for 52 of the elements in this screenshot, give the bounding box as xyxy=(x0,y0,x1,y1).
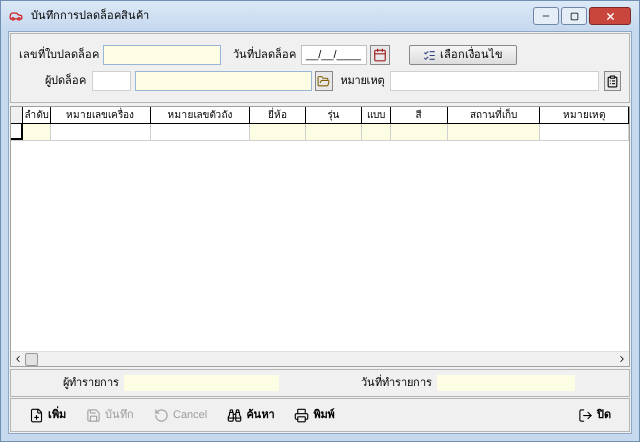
column-header[interactable]: สถานที่เก็บ xyxy=(448,107,540,123)
column-header[interactable]: ยี่ห้อ xyxy=(250,107,306,123)
close-button[interactable] xyxy=(589,7,631,25)
field-label: ผู้ปดล็อค xyxy=(44,72,86,89)
field-label: วันที่ทำรายการ xyxy=(361,374,432,391)
column-header[interactable]: ลำดับ xyxy=(22,107,51,123)
table-cell[interactable] xyxy=(448,124,540,140)
field-label: เลขที่ใบปลดล็อค xyxy=(19,46,97,63)
column-header[interactable]: หมายเหตุ xyxy=(540,107,629,123)
field-label: หมายเหตุ xyxy=(340,74,385,89)
calendar-icon xyxy=(373,48,387,62)
column-header[interactable]: หมายเลขเครื่อง xyxy=(50,107,151,123)
table-cell[interactable] xyxy=(250,124,306,140)
save-icon xyxy=(86,408,101,422)
printer-icon xyxy=(294,408,310,422)
doc-number-field[interactable] xyxy=(103,45,221,65)
print-button[interactable]: พิมพ์ xyxy=(286,403,342,427)
close-button[interactable]: ปิด xyxy=(570,403,619,427)
browse-button[interactable] xyxy=(315,71,333,91)
calendar-button[interactable] xyxy=(370,45,390,65)
new-button[interactable]: เพิ่ม xyxy=(21,403,74,427)
remark-field[interactable] xyxy=(390,71,599,91)
unlocker-code-field[interactable] xyxy=(92,71,132,91)
checklist-icon xyxy=(423,48,436,62)
horizontal-scrollbar[interactable] xyxy=(11,351,629,366)
binoculars-icon xyxy=(227,408,242,422)
table-cell[interactable] xyxy=(362,124,391,140)
date-field[interactable]: __/__/____ xyxy=(301,45,367,65)
new-document-icon xyxy=(29,408,44,422)
maximize-button[interactable] xyxy=(561,7,587,25)
table-cell[interactable] xyxy=(390,124,448,140)
table-cell[interactable] xyxy=(150,124,250,140)
field-label: วันที่ปลดล็อค xyxy=(233,46,296,63)
exit-door-icon xyxy=(578,408,593,422)
notes-button[interactable] xyxy=(604,71,621,91)
undo-icon xyxy=(154,408,169,422)
table-cell[interactable] xyxy=(22,124,51,140)
window-title: บันทึกการปลดล็อคสินค้า xyxy=(31,8,150,24)
maximize-icon xyxy=(570,12,578,20)
column-header[interactable]: สี xyxy=(390,107,448,123)
search-button[interactable]: ค้นหา xyxy=(219,403,282,427)
column-header[interactable]: รุ่น xyxy=(306,107,362,123)
column-header[interactable]: หมายเลขตัวถัง xyxy=(150,107,250,123)
folder-icon xyxy=(317,74,330,88)
unlocker-name-field[interactable] xyxy=(135,71,312,91)
clipboard-icon xyxy=(606,74,619,88)
close-icon xyxy=(604,10,616,22)
select-condition-button[interactable]: เลือกเงื่อนไข xyxy=(409,45,517,65)
scroll-thumb[interactable] xyxy=(25,352,38,366)
field-label: ผู้ทำรายการ xyxy=(63,376,119,391)
table-cell[interactable] xyxy=(306,124,362,140)
column-header[interactable]: แบบ xyxy=(362,107,391,123)
